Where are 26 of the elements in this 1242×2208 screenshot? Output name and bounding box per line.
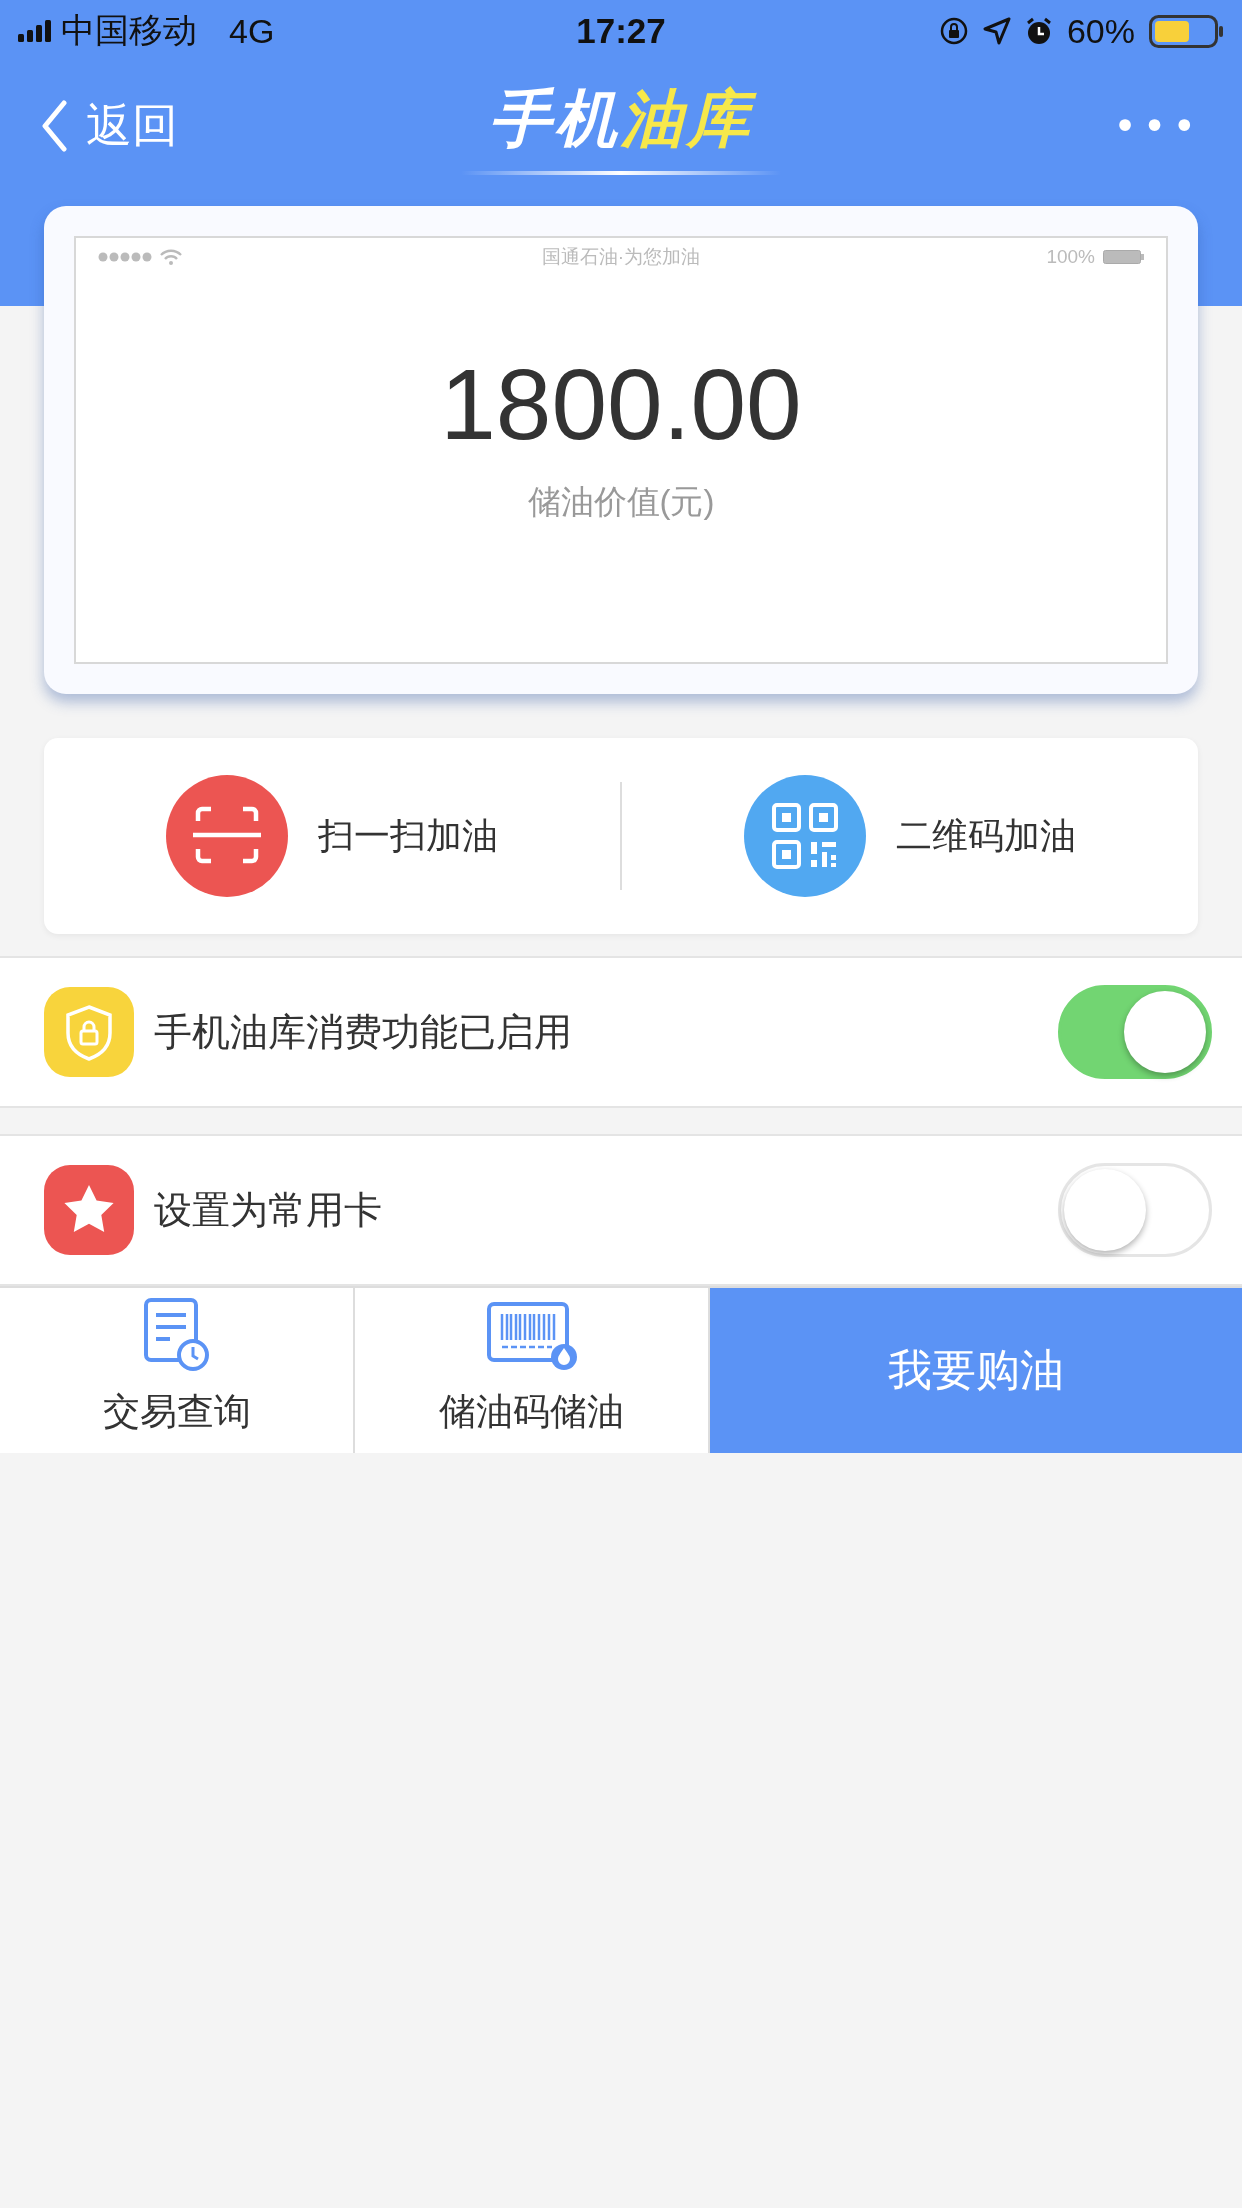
battery-percent: 60% xyxy=(1066,11,1135,51)
mock-wifi-icon xyxy=(160,249,182,265)
action-button[interactable]: 扫一扫加油 xyxy=(44,738,620,934)
setting-label: 设置为常用卡 xyxy=(154,1187,383,1233)
network-type: 4G xyxy=(229,11,275,51)
balance-amount: 1800.00 xyxy=(440,354,802,454)
mock-battery-icon xyxy=(1103,250,1144,264)
setting-label: 手机油库消费功能已启用 xyxy=(154,1009,573,1055)
signal-icon xyxy=(18,20,51,42)
mock-signal-icon xyxy=(98,252,152,262)
carrier-name: 中国移动 xyxy=(61,10,197,51)
qr-code-icon xyxy=(744,775,866,897)
location-icon xyxy=(982,17,1011,45)
clock-time: 17:27 xyxy=(576,11,666,51)
alarm-icon xyxy=(1024,17,1053,45)
battery-icon xyxy=(1149,14,1224,48)
mock-battery-percent: 100% xyxy=(1046,246,1095,268)
scan-icon xyxy=(166,775,288,897)
balance-label: 储油价值(元) xyxy=(527,482,715,522)
shield-lock-icon xyxy=(44,987,134,1077)
action-button[interactable]: 二维码加油 xyxy=(622,738,1198,934)
back-chevron-icon xyxy=(40,100,70,152)
barcode-icon xyxy=(485,1301,578,1373)
rotation-lock-icon xyxy=(938,16,969,46)
mock-status-title: 国通石油·为您加油 xyxy=(541,245,701,269)
document-clock-icon xyxy=(142,1297,211,1373)
